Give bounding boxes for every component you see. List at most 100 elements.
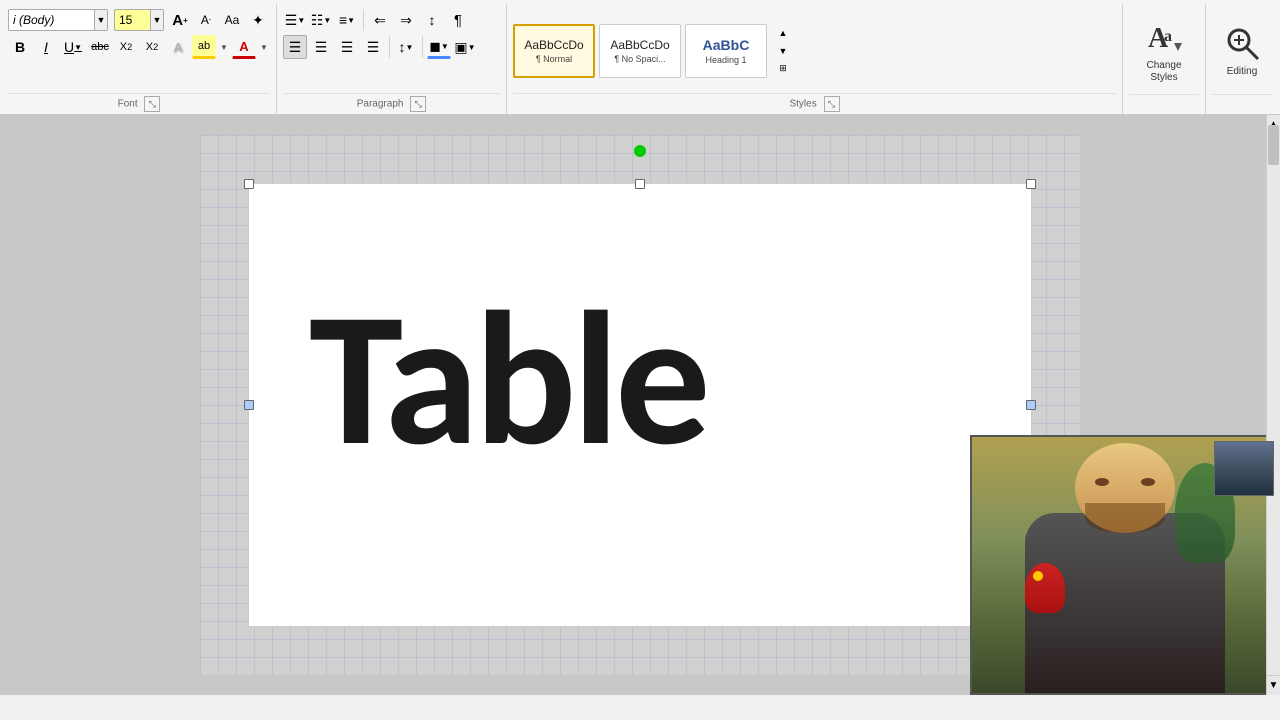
handle-top-center[interactable] (635, 179, 645, 189)
change-styles-svg: A a (1146, 19, 1182, 55)
change-styles-label: ChangeStyles (1146, 60, 1181, 84)
align-center-btn[interactable]: ☰ (309, 35, 333, 59)
font-size-input[interactable] (114, 9, 152, 31)
font-row1: ▼ ▼ A+ A- Aa ✦ (8, 8, 270, 32)
paragraph-label: Paragraph ⤡ (283, 93, 500, 114)
align-right-btn[interactable]: ☰ (335, 35, 359, 59)
toy-elmo (1025, 563, 1065, 613)
styles-expand-btn[interactable]: ⤡ (824, 96, 840, 112)
paragraph-section: ☰▼ ☷▼ ≡▼ ⇐ ⇒ ↕ ¶ ☰ ☰ ☰ ☰ ↕▼ ◼ (277, 4, 507, 114)
style-heading1[interactable]: AaBbC Heading 1 (685, 24, 767, 78)
clear-format-btn[interactable]: ✦ (246, 8, 270, 32)
para-row2: ☰ ☰ ☰ ☰ ↕▼ ◼▼ ▣▼ (283, 35, 500, 59)
font-row2: B I U▼ abc X2 X2 A ab ▼ A ▼ (8, 35, 270, 59)
change-styles-spacer (1129, 94, 1199, 114)
ribbon-sections: ▼ ▼ A+ A- Aa ✦ B I U▼ abc X2 X2 A (0, 4, 1280, 114)
editing-icon (1224, 25, 1260, 66)
editing-btn[interactable]: Editing (1212, 21, 1272, 81)
paragraph-content: ☰▼ ☷▼ ≡▼ ⇐ ⇒ ↕ ¶ ☰ ☰ ☰ ☰ ↕▼ ◼ (283, 8, 500, 93)
font-label: Font ⤡ (8, 93, 270, 114)
change-styles-icon: A a (1146, 19, 1182, 60)
styles-content: AaBbCcDo ¶ Normal AaBbCcDo ¶ No Spaci...… (513, 8, 1116, 93)
font-name-input[interactable] (8, 9, 96, 31)
para-row1: ☰▼ ☷▼ ≡▼ ⇐ ⇒ ↕ ¶ (283, 8, 500, 32)
font-content: ▼ ▼ A+ A- Aa ✦ B I U▼ abc X2 X2 A (8, 8, 270, 93)
style-no-spacing-preview: AaBbCcDo (610, 38, 669, 52)
document-area: Table (0, 115, 1280, 695)
toy-eye (1033, 571, 1043, 581)
rotate-handle[interactable] (634, 145, 646, 157)
sort-btn[interactable]: ↕ (420, 8, 444, 32)
document-page: Table (200, 135, 1080, 675)
paragraph-expand-btn[interactable]: ⤡ (410, 96, 426, 112)
svg-text:a: a (1164, 28, 1172, 45)
styles-scroll-down[interactable]: ▼ (771, 43, 795, 59)
person-eye-left (1095, 478, 1109, 486)
style-normal-preview: AaBbCcDo (524, 38, 583, 52)
editing-content: Editing (1212, 8, 1272, 94)
justify-btn[interactable]: ☰ (361, 35, 385, 59)
font-size-dropdown[interactable]: ▼ (150, 9, 164, 31)
handle-top-right[interactable] (1026, 179, 1036, 189)
font-expand-btn[interactable]: ⤡ (144, 96, 160, 112)
webcam-overlay (970, 435, 1280, 695)
underline-btn[interactable]: U▼ (60, 35, 86, 59)
change-styles-content: A a ChangeStyles (1129, 8, 1199, 94)
shading-btn[interactable]: ◼▼ (427, 35, 451, 59)
editing-section: Editing (1206, 4, 1278, 114)
font-name-dropdown[interactable]: ▼ (94, 9, 108, 31)
handle-top-left[interactable] (244, 179, 254, 189)
handle-mid-right[interactable] (1026, 400, 1036, 410)
person-head (1075, 443, 1175, 533)
highlight-btn[interactable]: ab (192, 35, 216, 59)
decrease-indent-btn[interactable]: ⇐ (368, 8, 392, 32)
editing-spacer (1212, 94, 1272, 114)
superscript-btn[interactable]: X2 (140, 35, 164, 59)
font-color-btn[interactable]: A (232, 35, 256, 59)
bold-btn[interactable]: B (8, 35, 32, 59)
style-heading1-label: Heading 1 (705, 55, 746, 65)
multilevel-btn[interactable]: ≡▼ (335, 8, 359, 32)
change-styles-section: A a ChangeStyles (1123, 4, 1206, 114)
styles-label: Styles ⤡ (513, 93, 1116, 114)
numbering-btn[interactable]: ☷▼ (309, 8, 333, 32)
style-normal-label: ¶ Normal (536, 54, 572, 64)
borders-btn[interactable]: ▣▼ (453, 35, 477, 59)
highlight-dropdown[interactable]: ▼ (218, 35, 230, 59)
align-left-btn[interactable]: ☰ (283, 35, 307, 59)
text-effects-btn[interactable]: A (166, 35, 190, 59)
change-styles-btn[interactable]: A a ChangeStyles (1129, 15, 1199, 88)
text-box[interactable]: Table (248, 183, 1032, 627)
bullets-btn[interactable]: ☰▼ (283, 8, 307, 32)
document-scroll[interactable]: Table (0, 115, 1280, 695)
italic-btn[interactable]: I (34, 35, 58, 59)
strikethrough-btn[interactable]: abc (88, 35, 112, 59)
show-marks-btn[interactable]: ¶ (446, 8, 470, 32)
scrollbar[interactable]: ▲ ▼ (1266, 115, 1280, 695)
webcam-person (1015, 443, 1235, 693)
styles-scroll: ▲ ▼ ⊞ (771, 25, 795, 77)
grow-font-btn[interactable]: A+ (168, 8, 192, 32)
style-no-spacing[interactable]: AaBbCcDo ¶ No Spaci... (599, 24, 681, 78)
style-no-spacing-label: ¶ No Spaci... (614, 54, 665, 64)
subscript-btn[interactable]: X2 (114, 35, 138, 59)
style-normal[interactable]: AaBbCcDo ¶ Normal (513, 24, 595, 78)
handle-mid-left[interactable] (244, 400, 254, 410)
styles-section: AaBbCcDo ¶ Normal AaBbCcDo ¶ No Spaci...… (507, 4, 1123, 114)
editing-label: Editing (1227, 66, 1258, 77)
change-case-btn[interactable]: Aa (220, 8, 244, 32)
increase-indent-btn[interactable]: ⇒ (394, 8, 418, 32)
shrink-font-btn[interactable]: A- (194, 8, 218, 32)
styles-scroll-up[interactable]: ▲ (771, 25, 795, 41)
person-eye-right (1141, 478, 1155, 486)
ribbon: ▼ ▼ A+ A- Aa ✦ B I U▼ abc X2 X2 A (0, 0, 1280, 115)
document-text: Table (309, 284, 707, 474)
scrollbar-thumb[interactable] (1268, 125, 1279, 165)
line-spacing-btn[interactable]: ↕▼ (394, 35, 418, 59)
scrollbar-down-btn[interactable]: ▼ (1267, 675, 1280, 695)
font-color-dropdown[interactable]: ▼ (258, 35, 270, 59)
webcam-thumbnail (1214, 441, 1274, 496)
style-heading1-preview: AaBbC (703, 37, 750, 53)
person-beard (1085, 503, 1165, 533)
styles-expand[interactable]: ⊞ (771, 61, 795, 77)
